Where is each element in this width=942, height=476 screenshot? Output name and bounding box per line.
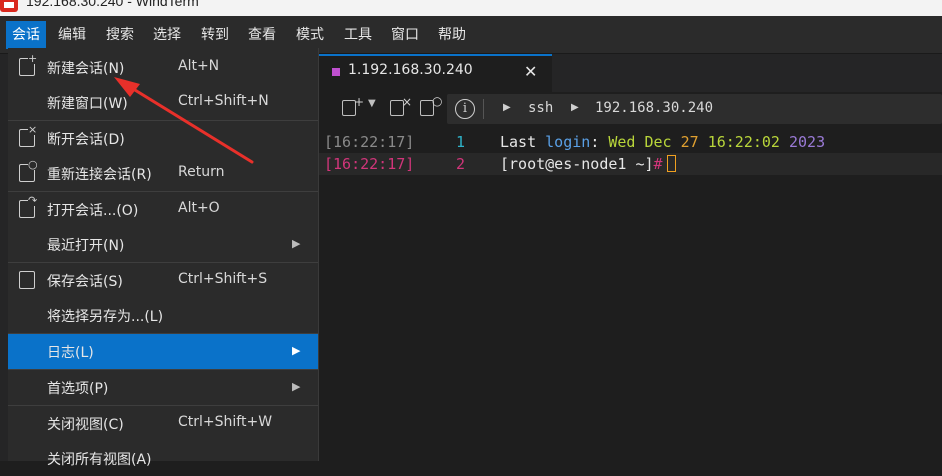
submenu-arrow-icon: ▶ <box>292 380 301 393</box>
menu-view[interactable]: 查看 <box>242 21 282 49</box>
terminal-line-current: [16:22:17] 2 [root@es-node1 ~]# <box>318 153 942 175</box>
line-content: [root@es-node1 ~]# <box>500 153 676 175</box>
text-time: 16:22:02 <box>707 133 789 151</box>
menu-item-label: 新建会话(N) <box>47 61 125 77</box>
disconnect-icon: × <box>19 124 38 147</box>
session-menu-dropdown: + 新建会话(N) Alt+N 新建窗口(W) Ctrl+Shift+N × 断… <box>8 48 319 468</box>
menu-item-recent[interactable]: 最近打开(N) ▶ <box>8 227 318 262</box>
new-session-icon: + <box>19 53 38 76</box>
menu-help[interactable]: 帮助 <box>432 21 472 49</box>
menu-item-close-view[interactable]: 关闭视图(C) Ctrl+Shift+W <box>8 406 318 441</box>
plus-icon: + <box>354 95 365 109</box>
menu-item-label: 新建窗口(W) <box>47 96 128 112</box>
menu-select[interactable]: 选择 <box>147 21 187 49</box>
menu-item-label: 打开会话...(O) <box>47 203 139 219</box>
menu-item-save-session[interactable]: 保存会话(S) Ctrl+Shift+S <box>8 263 318 298</box>
breadcrumb-host[interactable]: 192.168.30.240 <box>595 100 713 116</box>
menu-item-save-selection[interactable]: 将选择另存为...(L) <box>8 298 318 333</box>
menu-search[interactable]: 搜索 <box>100 21 140 49</box>
open-session-icon: ↷ <box>19 195 38 218</box>
tab-session[interactable]: 1.192.168.30.240 ✕ <box>318 54 552 92</box>
breadcrumb-arrow-icon: ▶ <box>571 102 579 113</box>
breadcrumb-protocol[interactable]: ssh <box>528 100 553 116</box>
menu-item-preferences[interactable]: 首选项(P) ▶ <box>8 370 318 405</box>
menu-mode[interactable]: 模式 <box>290 21 330 49</box>
line-number: 2 <box>456 155 466 173</box>
menu-item-label: 重新连接会话(R) <box>47 167 152 183</box>
menu-tools[interactable]: 工具 <box>338 21 378 49</box>
menu-item-shortcut: Alt+O <box>178 200 220 216</box>
text-day: 27 <box>680 133 708 151</box>
menu-item-label: 将选择另存为...(L) <box>47 309 164 325</box>
menu-item-label: 首选项(P) <box>47 381 109 397</box>
line-timestamp: [16:22:17] <box>324 155 415 173</box>
tab-color-marker <box>332 68 340 76</box>
menu-item-label: 关闭视图(C) <box>47 417 124 433</box>
line-number: 1 <box>456 133 466 151</box>
close-small-icon: × <box>402 95 413 109</box>
text-date: Wed Dec <box>608 133 681 151</box>
prompt-hash: # <box>653 155 663 173</box>
menu-item-disconnect[interactable]: × 断开会话(D) <box>8 121 318 156</box>
left-panel-strip <box>0 54 8 461</box>
terminal-line: [16:22:17] 1 Last login: Wed Dec 27 16:2… <box>318 131 942 153</box>
reconnect-icon: ○ <box>19 159 38 182</box>
text-last: Last <box>500 133 546 151</box>
menu-goto[interactable]: 转到 <box>195 21 235 49</box>
terminal-cursor <box>666 155 676 172</box>
save-icon <box>19 271 35 289</box>
breadcrumb: i ▶ ssh ▶ 192.168.30.240 <box>447 94 942 124</box>
title-bar: 192.168.30.240 - WindTerm <box>0 0 942 16</box>
line-timestamp: [16:22:17] <box>324 133 415 151</box>
menu-item-shortcut: Ctrl+Shift+N <box>178 93 269 109</box>
line-content: Last login: Wed Dec 27 16:22:02 2023 <box>500 131 825 153</box>
submenu-arrow-icon: ▶ <box>292 237 301 250</box>
menu-item-label: 断开会话(D) <box>47 132 125 148</box>
terminal-view[interactable]: [16:22:17] 1 Last login: Wed Dec 27 16:2… <box>318 126 942 461</box>
windterm-logo-icon <box>0 0 18 12</box>
submenu-arrow-icon: ▶ <box>292 344 301 357</box>
breadcrumb-divider <box>483 99 484 119</box>
menu-item-reconnect[interactable]: ○ 重新连接会话(R) Return <box>8 156 318 191</box>
menu-edit[interactable]: 编辑 <box>52 21 92 49</box>
breadcrumb-arrow-icon: ▶ <box>503 102 511 113</box>
menu-item-log[interactable]: 日志(L) ▶ <box>8 334 318 369</box>
menu-item-label: 关闭所有视图(A) <box>47 452 152 468</box>
chevron-down-icon[interactable]: ▼ <box>368 98 376 109</box>
menu-window[interactable]: 窗口 <box>385 21 425 49</box>
shell-prompt: [root@es-node1 ~] <box>500 155 654 173</box>
menu-session[interactable]: 会话 <box>6 21 46 49</box>
text-year: 2023 <box>789 133 826 151</box>
menu-item-shortcut: Ctrl+Shift+W <box>178 414 273 430</box>
menu-item-shortcut: Ctrl+Shift+S <box>178 271 268 287</box>
menu-item-close-all-views[interactable]: 关闭所有视图(A) <box>8 441 318 476</box>
close-tab-icon[interactable]: ✕ <box>524 62 537 81</box>
menu-item-open-session[interactable]: ↷ 打开会话...(O) Alt+O <box>8 192 318 227</box>
tab-title: 1.192.168.30.240 <box>348 62 473 78</box>
text-login: login <box>545 133 591 151</box>
refresh-icon: ○ <box>432 94 443 108</box>
window-title: 192.168.30.240 - WindTerm <box>26 0 199 9</box>
menu-item-new-window[interactable]: 新建窗口(W) Ctrl+Shift+N <box>8 85 318 120</box>
menu-item-new-session[interactable]: + 新建会话(N) Alt+N <box>8 50 318 85</box>
menu-item-label: 最近打开(N) <box>47 238 125 254</box>
menu-item-label: 日志(L) <box>47 345 94 361</box>
menu-item-shortcut: Alt+N <box>178 58 220 74</box>
menu-item-shortcut: Return <box>178 164 225 180</box>
info-icon[interactable]: i <box>455 99 475 119</box>
text-colon: : <box>590 133 609 151</box>
menu-item-label: 保存会话(S) <box>47 274 123 290</box>
